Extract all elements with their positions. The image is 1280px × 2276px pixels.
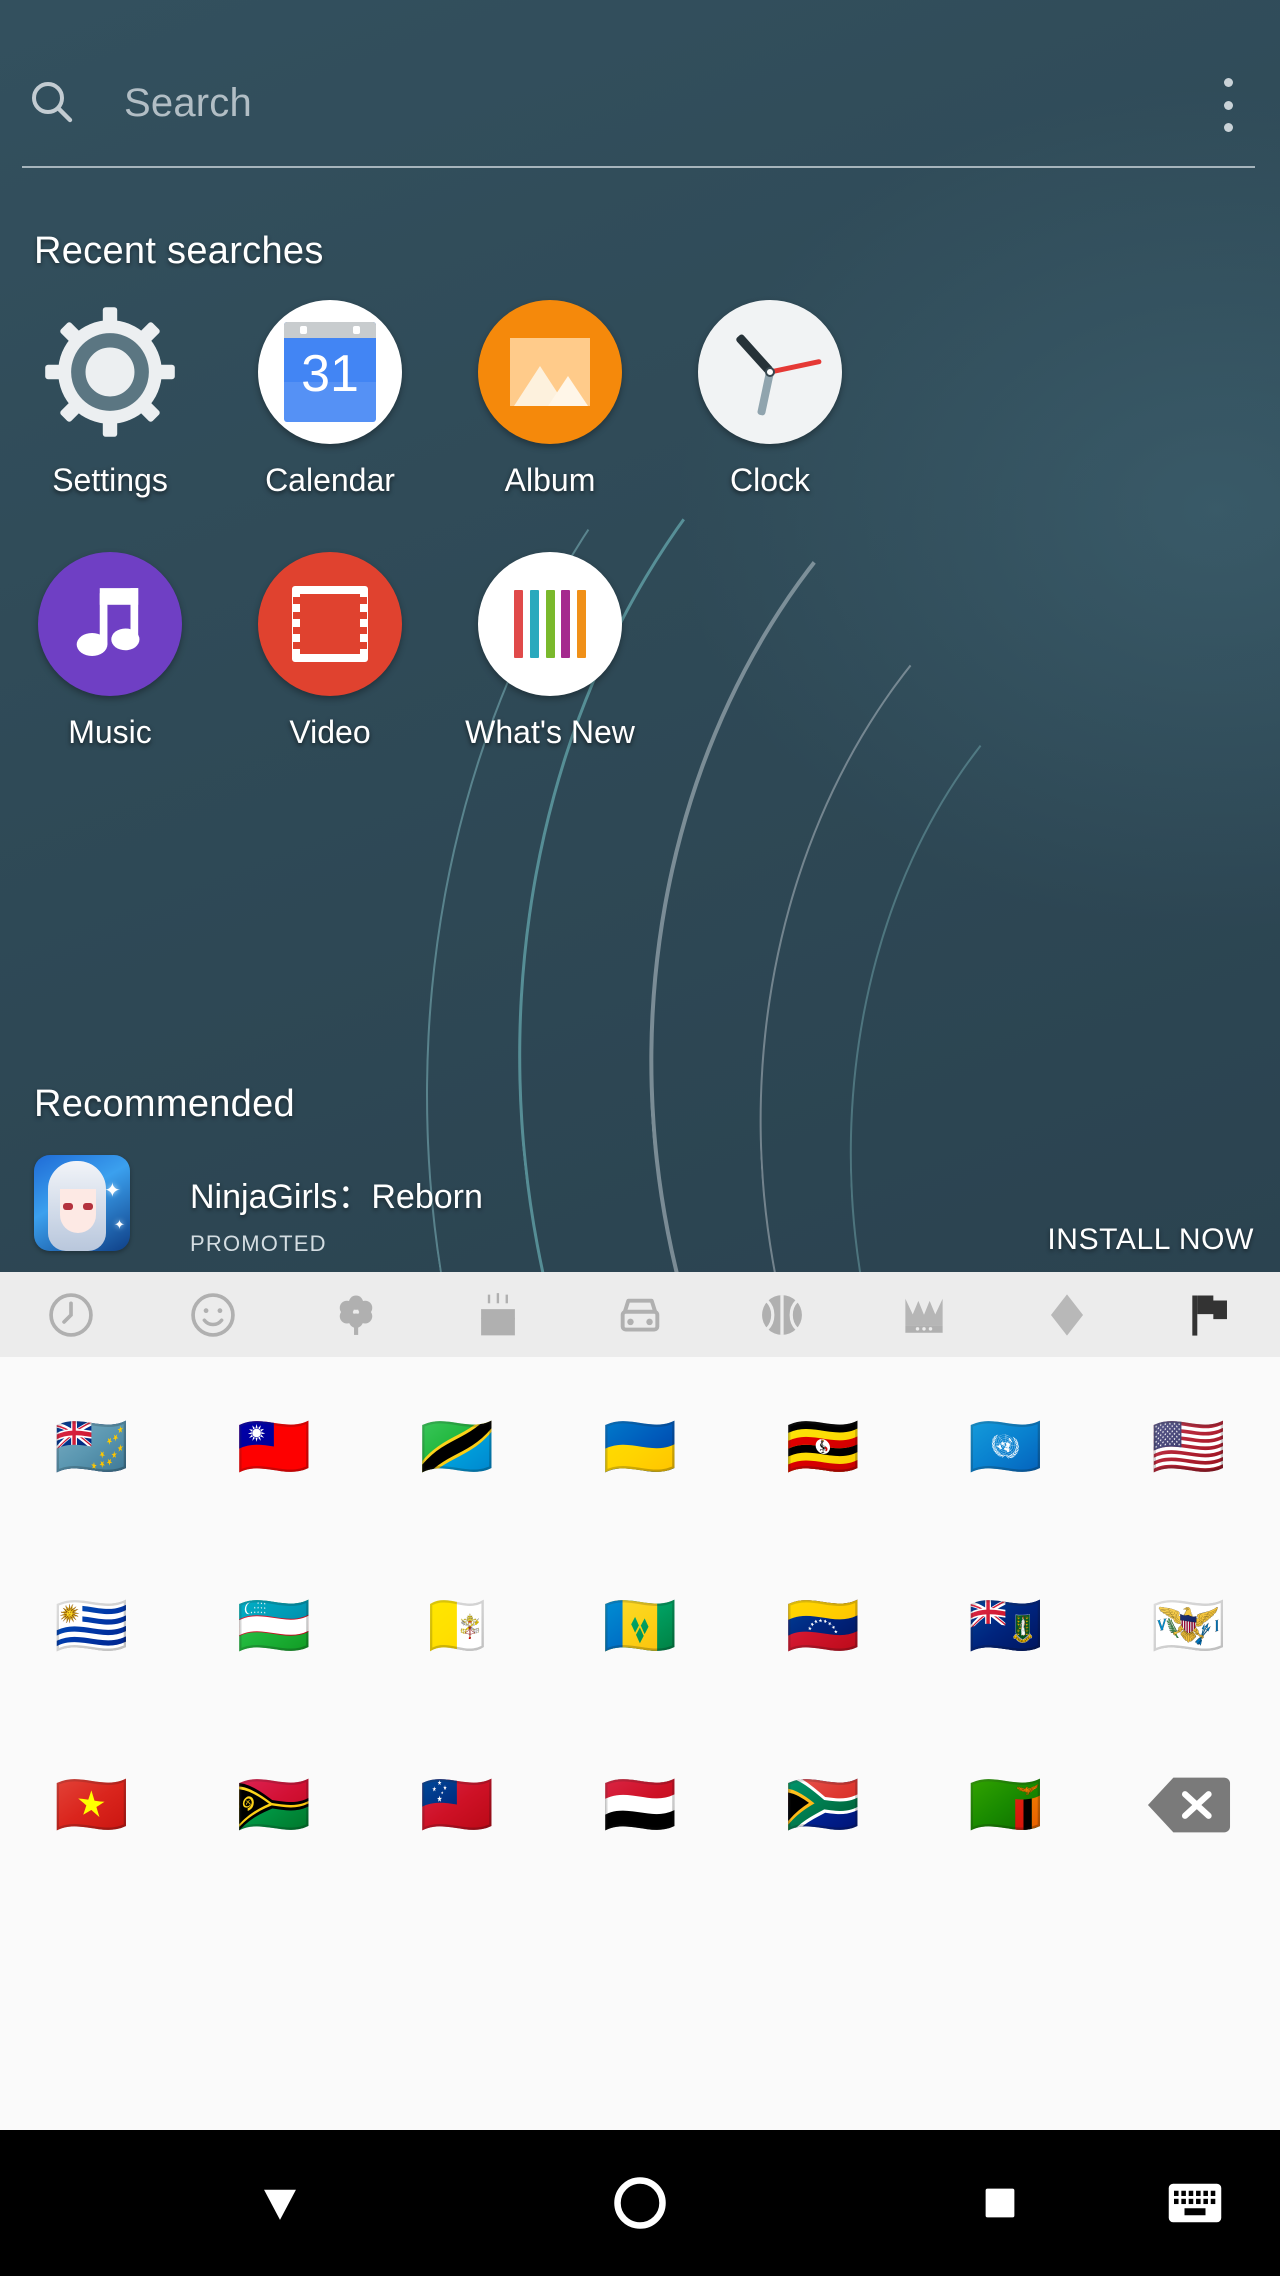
nav-recents-button[interactable] (910, 2130, 1090, 2276)
emoji-flag-vanuatu[interactable]: 🇻🇺 (183, 1715, 366, 1894)
emoji-category-tabs (0, 1272, 1280, 1357)
emoji-tab-car-travel-icon[interactable] (569, 1272, 711, 1357)
recent-searches-title: Recent searches (34, 230, 324, 272)
recents-square-icon (985, 2188, 1015, 2218)
emoji-keyboard: 🇹🇻 🇹🇼 🇹🇿 🇺🇦 🇺🇬 🇺🇳 🇺🇸 🇺🇾 🇺🇿 🇻🇦 🇻🇨 🇻🇪 🇻🇬 🇻… (0, 1272, 1280, 2187)
app-label: Album (504, 462, 596, 498)
more-vertical-icon[interactable] (1218, 78, 1238, 132)
emoji-flag-tuvalu[interactable]: 🇹🇻 (0, 1357, 183, 1536)
install-now-button[interactable]: INSTALL NOW (1047, 1223, 1254, 1257)
emoji-row: 🇻🇳 🇻🇺 🇼🇸 🇾🇪 🇿🇦 🇿🇲 (0, 1715, 1280, 1894)
emoji-flag-south-africa[interactable]: 🇿🇦 (731, 1715, 914, 1894)
app-drawer: Recent searches (0, 0, 1280, 1272)
emoji-tab-recent-clock-icon[interactable] (0, 1272, 142, 1357)
emoji-flag-vatican-city[interactable]: 🇻🇦 (366, 1536, 549, 1715)
emoji-tab-flag-icon[interactable] (1138, 1272, 1280, 1357)
app-label: Settings (52, 462, 168, 498)
app-item-whats-new[interactable]: What's New (440, 552, 660, 751)
emoji-tab-flower-nature-icon[interactable] (284, 1272, 426, 1357)
emoji-flag-samoa[interactable]: 🇼🇸 (366, 1715, 549, 1894)
emoji-tab-birthday-cake-icon[interactable] (427, 1272, 569, 1357)
search-bar (0, 0, 1280, 168)
nav-home-button[interactable] (550, 2130, 730, 2276)
recommended-title: Recommended (34, 1083, 295, 1125)
home-circle-icon (614, 2177, 666, 2229)
emoji-flag-ukraine[interactable]: 🇺🇦 (549, 1357, 732, 1536)
ninjagirls-app-icon: ✦ ✦ (34, 1155, 130, 1251)
music-note-icon (38, 552, 182, 696)
emoji-flag-uzbekistan[interactable]: 🇺🇿 (183, 1536, 366, 1715)
album-photos-icon (478, 300, 622, 444)
emoji-row: 🇺🇾 🇺🇿 🇻🇦 🇻🇨 🇻🇪 🇻🇬 🇻🇮 (0, 1536, 1280, 1715)
video-film-icon (258, 552, 402, 696)
emoji-tab-crown-objects-icon[interactable] (853, 1272, 995, 1357)
emoji-flag-yemen[interactable]: 🇾🇪 (549, 1715, 732, 1894)
promoted-app-row[interactable]: ✦ ✦ NinjaGirls：Reborn PROMOTED INSTALL N… (34, 1155, 1254, 1272)
clock-icon (698, 300, 842, 444)
search-icon[interactable] (27, 77, 75, 125)
system-navigation-bar (0, 2130, 1280, 2276)
calendar-icon: 31 (258, 300, 402, 444)
app-label: Clock (729, 462, 810, 498)
app-item-album[interactable]: Album (440, 300, 660, 499)
backspace-key[interactable] (1097, 1715, 1280, 1894)
app-item-settings[interactable]: Settings (0, 300, 220, 499)
emoji-flag-taiwan[interactable]: 🇹🇼 (183, 1357, 366, 1536)
emoji-flag-british-virgin-islands[interactable]: 🇻🇬 (914, 1536, 1097, 1715)
promoted-badge: PROMOTED (190, 1231, 327, 1256)
emoji-flag-us-virgin-islands[interactable]: 🇻🇮 (1097, 1536, 1280, 1715)
switch-keyboard-icon (1168, 2183, 1222, 2223)
emoji-flag-saint-vincent-grenadines[interactable]: 🇻🇨 (549, 1536, 732, 1715)
app-label: Music (68, 714, 152, 750)
nav-switch-keyboard-button[interactable] (1130, 2130, 1260, 2276)
app-label: Video (289, 714, 371, 750)
emoji-flag-zambia[interactable]: 🇿🇲 (914, 1715, 1097, 1894)
emoji-row: 🇹🇻 🇹🇼 🇹🇿 🇺🇦 🇺🇬 🇺🇳 🇺🇸 (0, 1357, 1280, 1536)
app-item-clock[interactable]: Clock (660, 300, 880, 499)
search-divider (22, 166, 1255, 168)
app-item-music[interactable]: Music (0, 552, 220, 751)
app-label: Calendar (265, 462, 395, 498)
emoji-flag-tanzania[interactable]: 🇹🇿 (366, 1357, 549, 1536)
emoji-flag-united-states[interactable]: 🇺🇸 (1097, 1357, 1280, 1536)
app-label: What's New (465, 714, 635, 750)
hide-keyboard-down-triangle-icon (264, 2189, 296, 2220)
emoji-flag-uganda[interactable]: 🇺🇬 (731, 1357, 914, 1536)
promoted-app-name: NinjaGirls：Reborn (190, 1178, 483, 1216)
app-item-video[interactable]: Video (220, 552, 440, 751)
emoji-tab-smiley-face-icon[interactable] (142, 1272, 284, 1357)
emoji-flag-vietnam[interactable]: 🇻🇳 (0, 1715, 183, 1894)
emoji-flag-venezuela[interactable]: 🇻🇪 (731, 1536, 914, 1715)
emoji-flag-uruguay[interactable]: 🇺🇾 (0, 1536, 183, 1715)
emoji-tab-diamond-symbols-icon[interactable] (996, 1272, 1138, 1357)
phone-screen: Recent searches (0, 0, 1280, 2276)
emoji-tab-basketball-activity-icon[interactable] (711, 1272, 853, 1357)
emoji-flag-united-nations[interactable]: 🇺🇳 (914, 1357, 1097, 1536)
nav-back-hide-keyboard-button[interactable] (190, 2130, 370, 2276)
calendar-day-number: 31 (301, 345, 359, 403)
search-input[interactable] (124, 76, 1084, 130)
whats-new-bars-icon (478, 552, 622, 696)
settings-gear-icon (38, 300, 182, 444)
wallpaper-arc (725, 442, 1280, 1272)
emoji-grid: 🇹🇻 🇹🇼 🇹🇿 🇺🇦 🇺🇬 🇺🇳 🇺🇸 🇺🇾 🇺🇿 🇻🇦 🇻🇨 🇻🇪 🇻🇬 🇻… (0, 1357, 1280, 2187)
app-item-calendar[interactable]: 31 Calendar (220, 300, 440, 499)
